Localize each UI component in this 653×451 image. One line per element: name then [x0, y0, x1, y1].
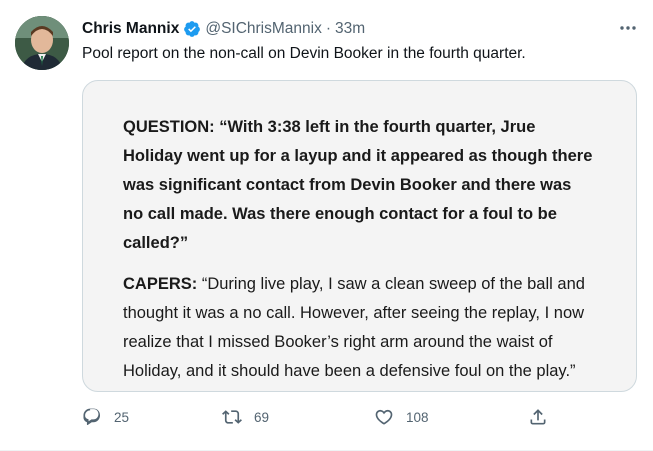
verified-badge-icon: [183, 20, 201, 38]
tweet-media-image[interactable]: QUESTION: “With 3:38 left in the fourth …: [82, 80, 637, 392]
share-icon: [530, 409, 546, 425]
question-paragraph: QUESTION: “With 3:38 left in the fourth …: [123, 113, 593, 258]
retweet-count: 69: [254, 409, 270, 425]
like-button[interactable]: 108: [374, 402, 429, 432]
reply-button[interactable]: 25: [82, 402, 129, 432]
header-separator: ·: [325, 20, 332, 37]
question-text: “With 3:38 left in the fourth quarter, J…: [123, 118, 593, 252]
question-lead: QUESTION:: [123, 118, 215, 136]
like-count: 108: [406, 409, 429, 425]
more-icon[interactable]: [617, 18, 639, 38]
tweet-actions: 25 69 108: [82, 402, 552, 432]
reply-icon: [83, 408, 101, 425]
tweet[interactable]: Chris Mannix @SIChrisMannix · 33m Pool r…: [0, 0, 653, 451]
reply-count: 25: [114, 409, 130, 425]
author-display-name[interactable]: Chris Mannix: [82, 19, 179, 39]
answer-paragraph: CAPERS: “During live play, I saw a clean…: [123, 270, 593, 386]
answer-lead: CAPERS:: [123, 275, 198, 293]
pool-report-document: QUESTION: “With 3:38 left in the fourth …: [123, 113, 593, 391]
retweet-button[interactable]: 69: [222, 402, 269, 432]
avatar[interactable]: [15, 16, 69, 70]
tweet-timestamp[interactable]: 33m: [335, 19, 365, 39]
tweet-header: Chris Mannix @SIChrisMannix · 33m: [82, 19, 613, 39]
retweet-icon: [222, 410, 242, 424]
author-handle[interactable]: @SIChrisMannix: [205, 19, 322, 39]
avatar-image: [15, 16, 69, 70]
share-button[interactable]: [528, 402, 548, 432]
tweet-text: Pool report on the non-call on Devin Boo…: [82, 45, 526, 62]
like-icon: [375, 409, 393, 425]
